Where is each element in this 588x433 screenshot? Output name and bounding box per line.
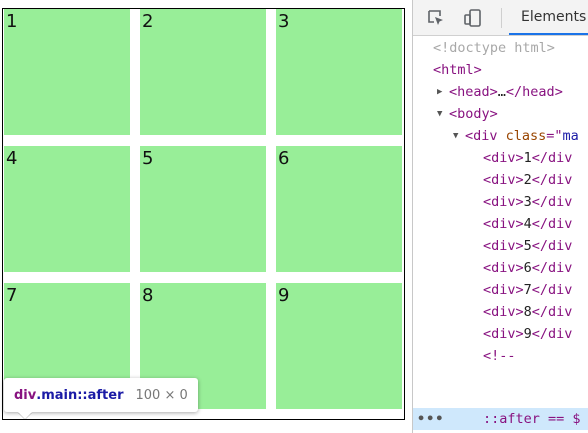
expand-arrow-icon[interactable]: ▶	[437, 81, 447, 103]
grid-item-label: 6	[278, 148, 290, 169]
grid-item-label: 4	[6, 148, 18, 169]
child-text: 6	[523, 260, 532, 276]
grid-item-label: 3	[278, 11, 290, 32]
grid-item[interactable]: 6	[276, 146, 402, 272]
grid-item[interactable]: 2	[140, 9, 266, 135]
grid-item-label: 1	[6, 11, 18, 32]
div-attr-name: class	[505, 128, 547, 144]
selected-pseudo-element: ::after == $	[483, 411, 581, 427]
child-text: 9	[523, 326, 532, 342]
child-text: 7	[523, 282, 532, 298]
dom-node-child[interactable]: <div>5</div	[413, 235, 588, 257]
dom-node-comment[interactable]: <!--	[413, 345, 588, 367]
device-toolbar-icon[interactable]	[462, 7, 484, 29]
child-close-tag: </div	[531, 304, 573, 320]
child-open-tag: <div>	[483, 216, 524, 232]
dom-node-child[interactable]: <div>4</div	[413, 213, 588, 235]
grid-item-label: 7	[6, 285, 18, 306]
tab-elements[interactable]: Elements	[509, 0, 588, 35]
child-text: 5	[523, 238, 532, 254]
child-open-tag: <div>	[483, 150, 524, 166]
child-close-tag: </div	[531, 282, 573, 298]
devtools-panel: Elements <!doctype html> <html> ▶ <head>…	[412, 0, 588, 433]
grid-item-label: 8	[142, 285, 154, 306]
dom-node-child[interactable]: <div>9</div	[413, 323, 588, 345]
dom-node-child[interactable]: <div>6</div	[413, 257, 588, 279]
child-open-tag: <div>	[483, 282, 524, 298]
div-open-tag: <div	[465, 128, 506, 144]
child-open-tag: <div>	[483, 260, 524, 276]
page-viewport: 1 2 3 4 5 6 7 8 9 div .main::after 100 × 0	[0, 0, 412, 433]
toolbar-divider	[501, 8, 502, 28]
collapse-arrow-icon[interactable]: ▼	[453, 125, 463, 147]
child-text: 2	[523, 172, 532, 188]
div-attr-eq: ="	[546, 128, 563, 144]
child-close-tag: </div	[531, 238, 573, 254]
dom-node-body[interactable]: ▼ <body>	[413, 103, 588, 125]
child-close-tag: </div	[531, 260, 573, 276]
child-text: 3	[523, 194, 532, 210]
screen: 1 2 3 4 5 6 7 8 9 div .main::after 100 × 0	[0, 0, 588, 433]
dom-tree: <!doctype html> <html> ▶ <head>…</head> …	[413, 37, 588, 407]
body-open-tag: <body>	[449, 106, 498, 122]
child-text: 8	[523, 304, 532, 320]
grid-item[interactable]: 9	[276, 283, 402, 409]
dom-node-child[interactable]: <div>1</div	[413, 147, 588, 169]
child-open-tag: <div>	[483, 326, 524, 342]
child-open-tag: <div>	[483, 194, 524, 210]
grid-item-label: 5	[142, 148, 154, 169]
tooltip-dimensions: 100 × 0	[135, 387, 188, 403]
inspect-tooltip: div .main::after 100 × 0	[4, 378, 198, 412]
grid-item-label: 2	[142, 11, 154, 32]
child-close-tag: </div	[531, 326, 573, 342]
dom-node-child[interactable]: <div>2</div	[413, 169, 588, 191]
doctype-text: <!doctype html>	[433, 40, 555, 56]
dom-node-doctype[interactable]: <!doctype html>	[413, 37, 588, 59]
selected-dom-node[interactable]: ••• ::after == $	[413, 408, 588, 430]
child-text: 4	[523, 216, 532, 232]
tooltip-tag-name: div	[14, 387, 37, 403]
child-close-tag: </div	[531, 150, 573, 166]
grid-item[interactable]: 5	[140, 146, 266, 272]
dom-node-child[interactable]: <div>7</div	[413, 279, 588, 301]
head-ellipsis: …	[497, 84, 506, 100]
child-close-tag: </div	[531, 216, 573, 232]
dom-node-head[interactable]: ▶ <head>…</head>	[413, 81, 588, 103]
dom-node-html[interactable]: <html>	[413, 59, 588, 81]
grid-item[interactable]: 1	[4, 9, 130, 135]
dom-node-child[interactable]: <div>3</div	[413, 191, 588, 213]
more-options-icon[interactable]: •••	[417, 408, 444, 430]
child-open-tag: <div>	[483, 238, 524, 254]
dom-node-child[interactable]: <div>8</div	[413, 301, 588, 323]
grid-item[interactable]: 4	[4, 146, 130, 272]
child-close-tag: </div	[531, 194, 573, 210]
grid-item-label: 9	[278, 285, 290, 306]
child-text: 1	[523, 150, 532, 166]
child-close-tag: </div	[531, 172, 573, 188]
head-close-tag: </head>	[505, 84, 563, 100]
comment-text: <!--	[483, 348, 516, 364]
inspect-element-icon[interactable]	[425, 7, 447, 29]
collapse-arrow-icon[interactable]: ▼	[437, 103, 447, 125]
tooltip-selector: .main::after	[36, 387, 124, 403]
child-open-tag: <div>	[483, 304, 524, 320]
div-attr-value: ma	[562, 128, 579, 144]
grid-item[interactable]: 3	[276, 9, 402, 135]
dom-node-div-main[interactable]: ▼ <div class="ma	[413, 125, 588, 147]
html-open-tag: <html>	[433, 62, 482, 78]
devtools-toolbar: Elements	[413, 0, 588, 36]
main-grid-container[interactable]: 1 2 3 4 5 6 7 8 9	[2, 8, 405, 420]
head-open-tag: <head>	[449, 84, 498, 100]
child-open-tag: <div>	[483, 172, 524, 188]
